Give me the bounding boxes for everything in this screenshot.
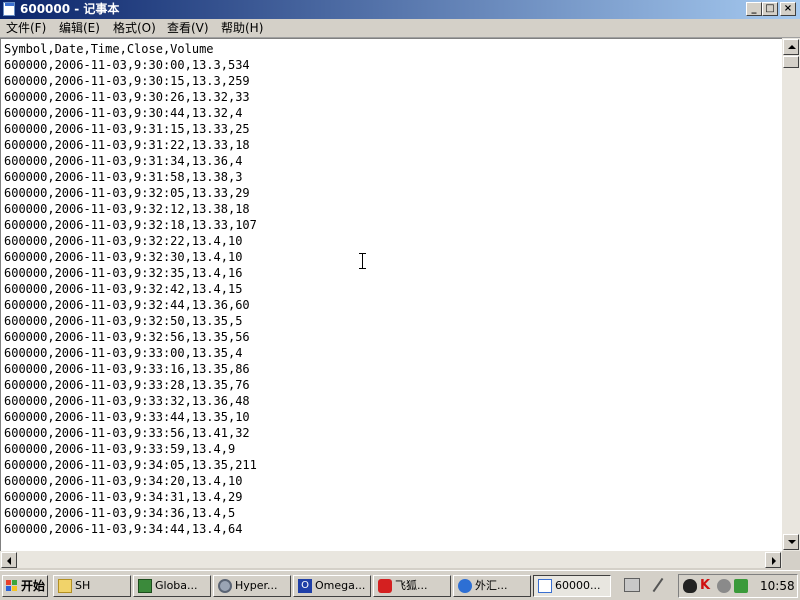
task-globa[interactable]: Globa... — [133, 575, 211, 597]
qq-penguin-icon[interactable] — [683, 579, 697, 593]
scrollbar-corner — [782, 551, 800, 568]
text-line: 600000,2006-11-03,9:30:15,13.3,259 — [4, 74, 250, 88]
task-label: 飞狐... — [395, 579, 428, 592]
vertical-scrollbar[interactable] — [782, 38, 800, 551]
scroll-left-button[interactable] — [1, 552, 17, 568]
task-sh[interactable]: SH — [53, 575, 131, 597]
text-line: 600000,2006-11-03,9:32:30,13.4,10 — [4, 250, 243, 264]
text-line: 600000,2006-11-03,9:33:32,13.36,48 — [4, 394, 250, 408]
globe-app-icon — [138, 579, 152, 593]
notepad-icon — [3, 2, 15, 16]
task-label: Globa... — [155, 579, 198, 592]
menu-bar: 文件(F) 编辑(E) 格式(O) 查看(V) 帮助(H) — [0, 19, 800, 38]
arrow-up-icon — [788, 45, 796, 49]
text-line: 600000,2006-11-03,9:30:26,13.32,33 — [4, 90, 250, 104]
text-line: 600000,2006-11-03,9:33:00,13.35,4 — [4, 346, 243, 360]
scroll-right-button[interactable] — [765, 552, 781, 568]
document-text: Symbol,Date,Time,Close,Volume 600000,2006… — [1, 39, 782, 537]
arrow-down-icon — [788, 540, 796, 544]
text-line: 600000,2006-11-03,9:32:56,13.35,56 — [4, 330, 250, 344]
minimize-button[interactable]: _ — [746, 2, 762, 16]
text-line: 600000,2006-11-03,9:34:36,13.4,5 — [4, 506, 236, 520]
arrow-left-icon — [7, 557, 11, 565]
text-line: 600000,2006-11-03,9:30:00,13.3,534 — [4, 58, 250, 72]
taskbar: 开始 SH Globa... Hyper... O Omega... 飞狐...… — [0, 570, 800, 600]
text-line: 600000,2006-11-03,9:32:12,13.38,18 — [4, 202, 250, 216]
start-label: 开始 — [21, 579, 46, 593]
browser-icon — [458, 579, 472, 593]
text-line: 600000,2006-11-03,9:34:20,13.4,10 — [4, 474, 243, 488]
task-waihui[interactable]: 外汇... — [453, 575, 531, 597]
text-line: 600000,2006-11-03,9:33:44,13.35,10 — [4, 410, 250, 424]
window-title: 600000 - 记事本 — [20, 2, 120, 16]
text-line: 600000,2006-11-03,9:34:31,13.4,29 — [4, 490, 243, 504]
text-line: 600000,2006-11-03,9:32:18,13.33,107 — [4, 218, 257, 232]
close-button[interactable]: × — [780, 2, 796, 16]
text-line: 600000,2006-11-03,9:31:15,13.33,25 — [4, 122, 250, 136]
pen-icon[interactable] — [652, 577, 664, 593]
fox-app-icon — [378, 579, 392, 593]
menu-view[interactable]: 查看(V) — [167, 21, 209, 35]
notepad-icon — [538, 579, 552, 593]
text-line: Symbol,Date,Time,Close,Volume — [4, 42, 214, 56]
menu-format[interactable]: 格式(O) — [113, 21, 156, 35]
network-icon[interactable] — [717, 579, 731, 593]
text-line: 600000,2006-11-03,9:33:56,13.41,32 — [4, 426, 250, 440]
task-label: 60000... — [555, 579, 601, 592]
task-label: Hyper... — [235, 579, 278, 592]
task-notepad[interactable]: 60000... — [533, 575, 611, 597]
text-line: 600000,2006-11-03,9:34:44,13.4,64 — [4, 522, 243, 536]
title-bar[interactable]: 600000 - 记事本 _ □ × — [0, 0, 800, 19]
start-button[interactable]: 开始 — [2, 575, 48, 597]
text-line: 600000,2006-11-03,9:31:22,13.33,18 — [4, 138, 250, 152]
text-line: 600000,2006-11-03,9:32:42,13.4,15 — [4, 282, 243, 296]
task-hyper[interactable]: Hyper... — [213, 575, 291, 597]
maximize-button[interactable]: □ — [762, 2, 778, 16]
text-editor[interactable]: Symbol,Date,Time,Close,Volume 600000,2006… — [0, 38, 782, 551]
task-label: Omega... — [315, 579, 366, 592]
text-line: 600000,2006-11-03,9:31:34,13.36,4 — [4, 154, 243, 168]
scroll-down-button[interactable] — [783, 534, 799, 550]
keyboard-icon[interactable] — [624, 578, 640, 592]
text-line: 600000,2006-11-03,9:32:50,13.35,5 — [4, 314, 243, 328]
text-line: 600000,2006-11-03,9:32:35,13.4,16 — [4, 266, 243, 280]
security-icon[interactable] — [734, 579, 748, 593]
windows-logo-icon — [6, 580, 18, 592]
text-line: 600000,2006-11-03,9:30:44,13.32,4 — [4, 106, 243, 120]
task-label: SH — [75, 579, 91, 592]
text-line: 600000,2006-11-03,9:33:28,13.35,76 — [4, 378, 250, 392]
horizontal-scrollbar[interactable] — [0, 551, 782, 568]
menu-file[interactable]: 文件(F) — [6, 21, 46, 35]
scroll-up-button[interactable] — [783, 39, 799, 55]
text-line: 600000,2006-11-03,9:32:22,13.4,10 — [4, 234, 243, 248]
omega-app-icon: O — [298, 579, 312, 593]
text-line: 600000,2006-11-03,9:33:59,13.4,9 — [4, 442, 236, 456]
menu-help[interactable]: 帮助(H) — [221, 21, 263, 35]
task-label: 外汇... — [475, 579, 508, 592]
antivirus-k-icon[interactable]: K — [700, 579, 714, 593]
gear-icon — [218, 579, 232, 593]
text-line: 600000,2006-11-03,9:34:05,13.35,211 — [4, 458, 257, 472]
folder-icon — [58, 579, 72, 593]
task-feihu[interactable]: 飞狐... — [373, 575, 451, 597]
text-line: 600000,2006-11-03,9:31:58,13.38,3 — [4, 170, 243, 184]
text-line: 600000,2006-11-03,9:32:05,13.33,29 — [4, 186, 250, 200]
menu-edit[interactable]: 编辑(E) — [59, 21, 100, 35]
arrow-right-icon — [772, 557, 776, 565]
text-cursor-icon — [359, 253, 367, 269]
vertical-scroll-thumb[interactable] — [783, 56, 799, 68]
clock: 10:58 — [760, 579, 795, 593]
task-omega[interactable]: O Omega... — [293, 575, 371, 597]
text-line: 600000,2006-11-03,9:32:44,13.36,60 — [4, 298, 250, 312]
text-line: 600000,2006-11-03,9:33:16,13.35,86 — [4, 362, 250, 376]
system-tray: K 10:58 — [678, 574, 798, 598]
